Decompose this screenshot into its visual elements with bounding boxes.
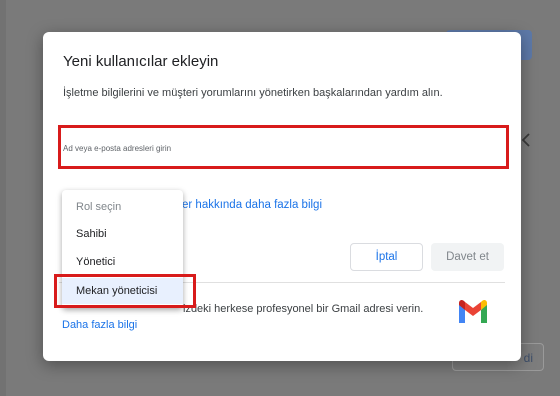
gmail-logo-icon — [459, 299, 487, 323]
email-field[interactable] — [63, 129, 504, 165]
background-edge — [0, 0, 6, 396]
dialog-subtitle: İşletme bilgilerini ve müşteri yorumları… — [63, 87, 443, 99]
more-info-link[interactable]: Daha fazla bilgi — [62, 319, 137, 331]
role-option-owner[interactable]: Sahibi — [62, 221, 183, 247]
invite-button[interactable]: Davet et — [431, 243, 504, 271]
cancel-button[interactable]: İptal — [350, 243, 423, 271]
email-input-highlight — [58, 125, 509, 169]
gmail-promo-text: izdeki herkese profesyonel bir Gmail adr… — [183, 303, 424, 315]
roles-learn-more-link[interactable]: er hakkında daha fazla bilgi — [182, 199, 322, 211]
role-option-manager[interactable]: Yönetici — [62, 249, 183, 275]
role-placeholder: Rol seçin — [76, 201, 122, 213]
dialog-title: Yeni kullanıcılar ekleyin — [63, 53, 219, 70]
role-selection-highlight — [54, 274, 196, 308]
